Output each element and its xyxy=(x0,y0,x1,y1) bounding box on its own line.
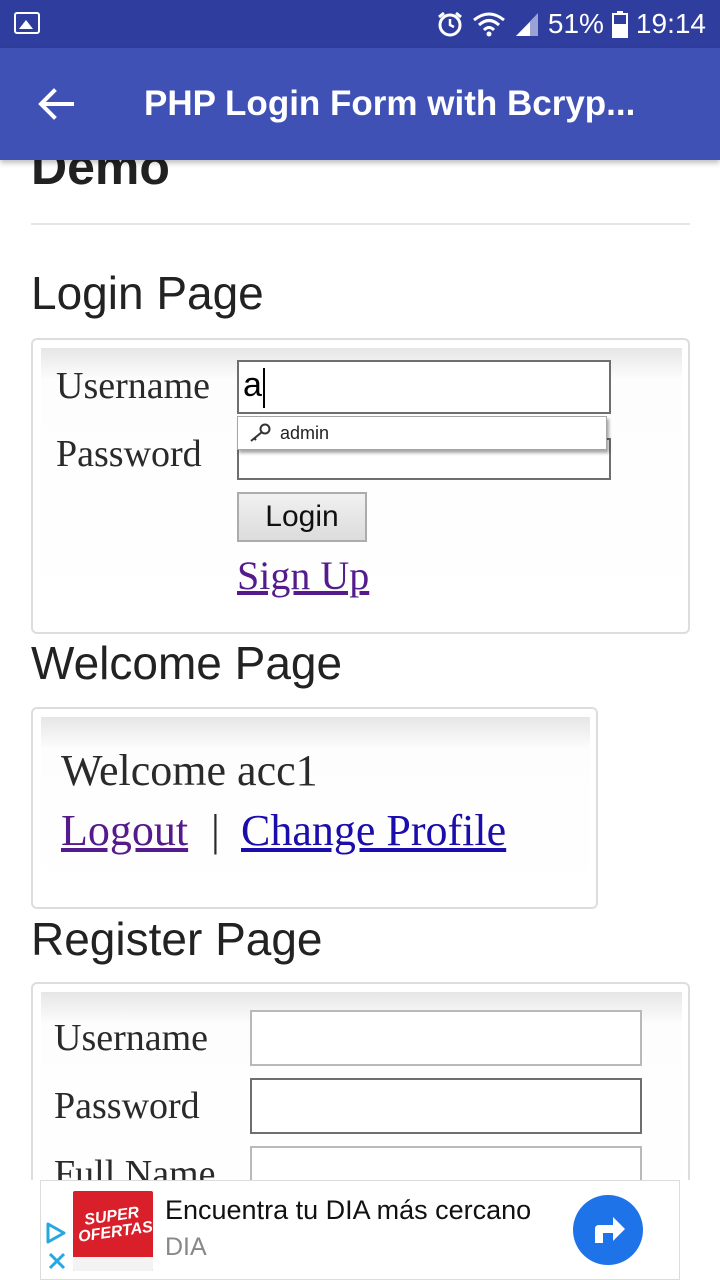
article-content[interactable]: Demo Login Page Username a Password admi… xyxy=(0,160,720,1180)
register-fullname-label: Full Name xyxy=(54,1153,216,1180)
register-username-field xyxy=(250,1010,642,1066)
register-page-title: Register Page xyxy=(31,913,323,965)
username-value: a xyxy=(243,366,262,404)
autocomplete-dropdown: admin xyxy=(237,416,607,450)
ad-headline[interactable]: Encuentra tu DIA más cercano xyxy=(165,1195,531,1226)
ad-banner[interactable]: SUPER OFERTAS Encuentra tu DIA más cerca… xyxy=(40,1180,680,1280)
login-screenshot: Username a Password admin Login Sign Up xyxy=(31,338,690,634)
alarm-icon xyxy=(437,11,462,37)
status-bar: 51% 19:14 xyxy=(0,0,720,48)
welcome-page-title: Welcome Page xyxy=(31,637,343,689)
register-password-label: Password xyxy=(54,1085,200,1127)
back-button[interactable] xyxy=(26,76,86,132)
battery-icon xyxy=(611,11,628,38)
ad-directions-button[interactable] xyxy=(573,1195,643,1265)
welcome-image: Welcome acc1 Logout | Change Profile xyxy=(41,717,590,901)
adchoices-icon[interactable] xyxy=(45,1221,67,1245)
text-cursor xyxy=(263,368,265,408)
password-label: Password xyxy=(56,433,202,475)
directions-arrow-icon xyxy=(595,1217,625,1243)
welcome-text: Welcome acc1 xyxy=(61,746,318,795)
logout-link: Logout xyxy=(61,806,189,855)
ad-image[interactable]: SUPER OFERTAS xyxy=(73,1191,153,1271)
register-password-field xyxy=(250,1078,642,1134)
login-button: Login xyxy=(237,492,367,542)
ad-image-text: SUPER OFERTAS xyxy=(77,1204,153,1246)
ad-image-strip xyxy=(73,1257,153,1271)
page-title: PHP Login Form with Bcryp... xyxy=(144,84,636,123)
username-field: a xyxy=(237,360,611,414)
login-form-image: Username a Password admin Login Sign Up xyxy=(41,348,682,628)
username-label: Username xyxy=(56,365,211,407)
login-page-title: Login Page xyxy=(31,267,264,319)
signup-link: Sign Up xyxy=(237,553,370,598)
ad-advertiser[interactable]: DIA xyxy=(165,1233,207,1262)
register-screenshot: Username Password Full Name xyxy=(31,982,690,1180)
battery-percent: 51% xyxy=(547,8,604,39)
status-icons: 51% 19:14 xyxy=(436,0,706,48)
link-separator: | xyxy=(211,806,220,855)
register-username-label: Username xyxy=(54,1017,209,1059)
change-profile-link: Change Profile xyxy=(241,806,507,855)
clock: 19:14 xyxy=(635,8,706,39)
welcome-screenshot: Welcome acc1 Logout | Change Profile xyxy=(31,707,598,909)
autocomplete-item: admin xyxy=(280,423,330,443)
register-image: Username Password Full Name xyxy=(41,992,682,1180)
arrow-back-icon xyxy=(38,88,74,120)
register-fullname-field xyxy=(250,1146,642,1180)
divider xyxy=(31,223,690,225)
app-bar: PHP Login Form with Bcryp... xyxy=(0,48,720,160)
signal-icon xyxy=(515,13,538,36)
demo-heading: Demo xyxy=(31,160,170,195)
gallery-icon xyxy=(14,12,40,34)
wifi-icon xyxy=(472,12,505,37)
close-ad-icon[interactable] xyxy=(47,1251,67,1271)
key-icon xyxy=(250,423,271,442)
